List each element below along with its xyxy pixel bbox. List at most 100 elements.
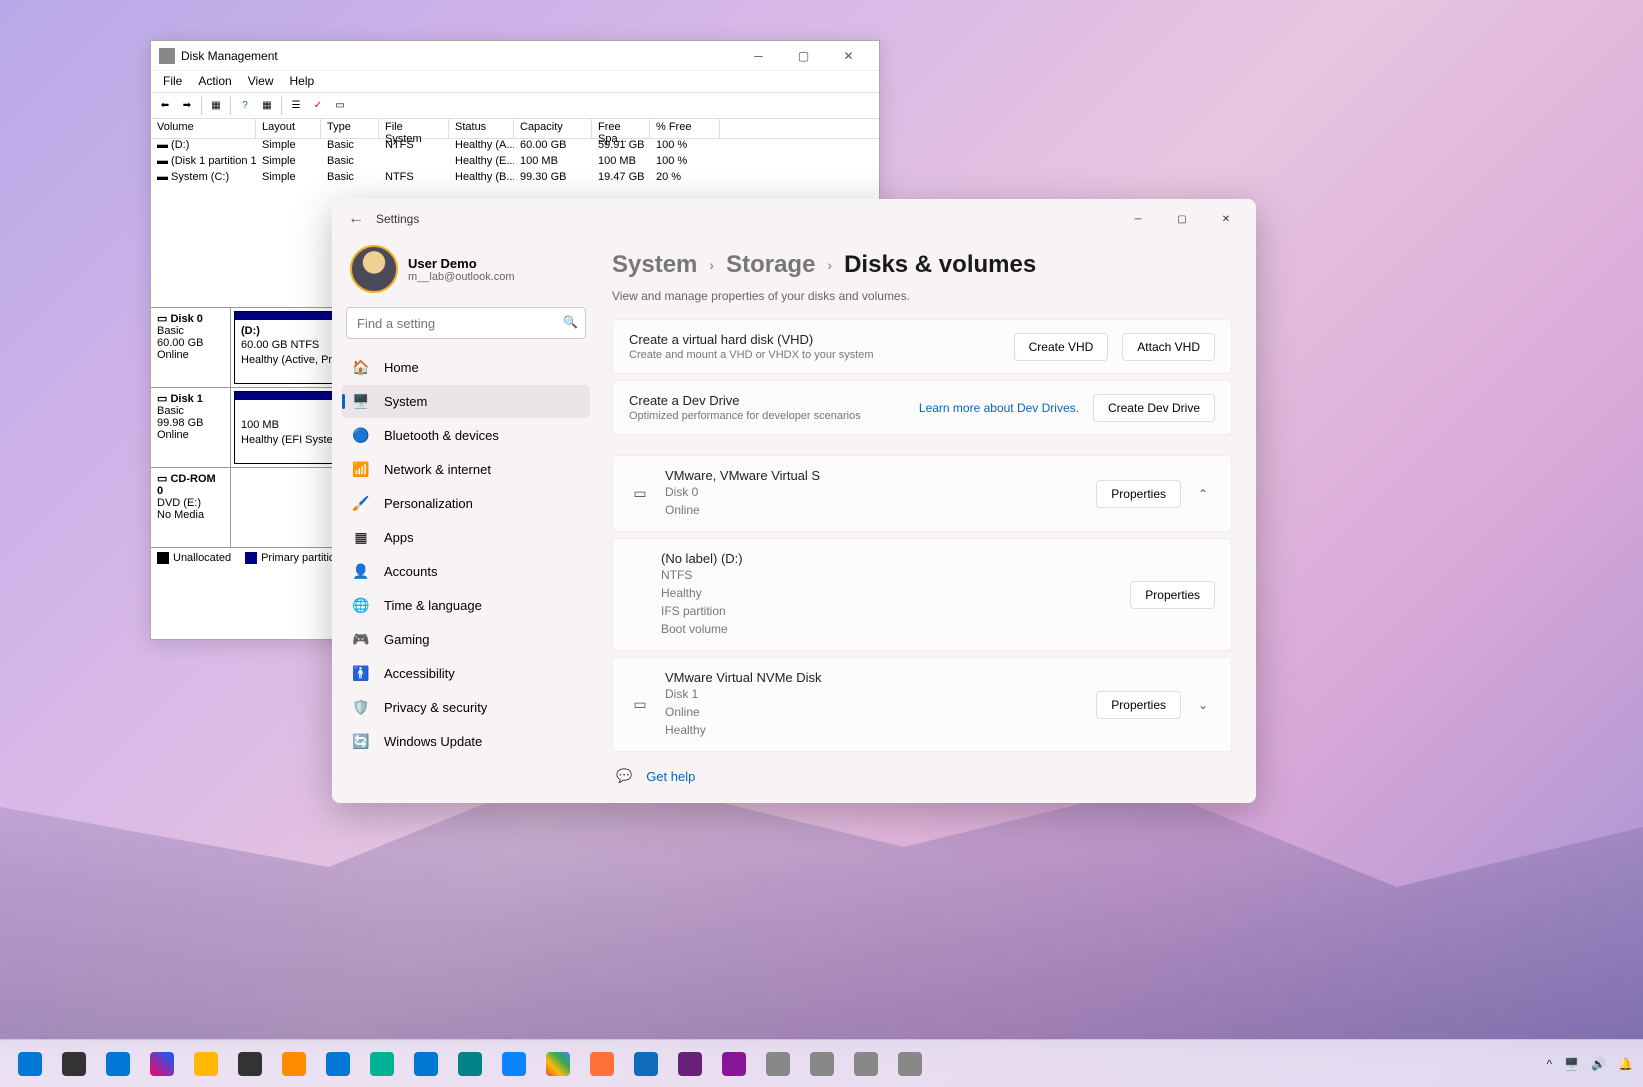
taskbar-copilot-icon[interactable] [142,1044,182,1084]
taskbar-edge-icon[interactable] [318,1044,358,1084]
taskbar-edge-dev-icon[interactable] [450,1044,490,1084]
dm-title: Disk Management [181,49,736,63]
sidebar-item-gaming[interactable]: 🎮Gaming [342,623,590,656]
close-button[interactable]: ✕ [1204,203,1248,235]
taskbar-chrome-icon[interactable] [538,1044,578,1084]
tray-volume-icon[interactable]: 🔊 [1591,1057,1606,1071]
taskbar-explorer-icon[interactable] [186,1044,226,1084]
check-icon[interactable]: ✓ [308,96,328,116]
nav-icon: 🚹 [352,665,370,683]
sidebar-item-privacy-security[interactable]: 🛡️Privacy & security [342,691,590,724]
col-status[interactable]: Status [449,119,514,138]
tray-notifications-icon[interactable]: 🔔 [1618,1057,1633,1071]
dm-titlebar[interactable]: Disk Management ─ ▢ ✕ [151,41,879,71]
taskbar-app2-icon[interactable] [802,1044,842,1084]
disk-row[interactable]: ▭ VMware, VMware Virtual S Disk 0 Online… [612,455,1232,532]
back-button[interactable]: ← [340,210,372,228]
settings-title: Settings [372,212,1116,226]
properties-button[interactable]: Properties [1096,480,1181,508]
system-tray[interactable]: ^ 🖥️ 🔊 🔔 [1547,1057,1634,1071]
attach-vhd-button[interactable]: Attach VHD [1122,333,1215,361]
disk-row[interactable]: ▭ VMware Virtual NVMe Disk Disk 1 Online… [612,657,1232,752]
create-devdrive-button[interactable]: Create Dev Drive [1093,394,1215,422]
sidebar-item-network-internet[interactable]: 📶Network & internet [342,453,590,486]
taskbar-app1-icon[interactable] [758,1044,798,1084]
col-freespace[interactable]: Free Spa... [592,119,650,138]
properties-button[interactable]: Properties [1096,691,1181,719]
chevron-down-icon[interactable]: ⌄ [1191,698,1215,712]
taskbar-firefox-icon[interactable] [582,1044,622,1084]
tray-monitor-icon[interactable]: 🖥️ [1564,1057,1579,1071]
col-filesystem[interactable]: File System [379,119,449,138]
volume-row[interactable]: ▬ System (C:)SimpleBasicNTFSHealthy (B..… [151,171,879,187]
sidebar-item-home[interactable]: 🏠Home [342,351,590,384]
properties-button[interactable]: Properties [1130,581,1215,609]
table-icon[interactable]: ▦ [206,96,226,116]
volume-list: ▬ (D:)SimpleBasicNTFSHealthy (A...60.00 … [151,139,879,187]
help-icon[interactable]: ? [235,96,255,116]
taskbar-terminal-icon[interactable] [230,1044,270,1084]
taskbar-dev-icon[interactable] [670,1044,710,1084]
taskbar-edge-beta-icon[interactable] [406,1044,446,1084]
minimize-button[interactable]: ─ [1116,203,1160,235]
menu-view[interactable]: View [240,71,282,92]
sidebar-item-windows-update[interactable]: 🔄Windows Update [342,725,590,758]
crumb-disks-volumes: Disks & volumes [844,251,1036,279]
taskbar-mail-icon[interactable] [626,1044,666,1084]
taskbar-settings-icon[interactable] [98,1044,138,1084]
crumb-storage[interactable]: Storage [726,251,815,279]
avatar [350,245,398,293]
taskbar-edit-icon[interactable] [274,1044,314,1084]
nav-label: Home [384,360,419,375]
sidebar-item-time-language[interactable]: 🌐Time & language [342,589,590,622]
taskbar-app4-icon[interactable] [890,1044,930,1084]
menu-action[interactable]: Action [190,71,239,92]
devdrive-learn-link[interactable]: Learn more about Dev Drives. [919,401,1079,415]
volume-row[interactable]: (No label) (D:) NTFS Healthy IFS partiti… [612,538,1232,651]
col-volume[interactable]: Volume [151,119,256,138]
sidebar-item-accessibility[interactable]: 🚹Accessibility [342,657,590,690]
settings-titlebar[interactable]: ← Settings ─ ▢ ✕ [332,199,1256,239]
volume-row[interactable]: ▬ (D:)SimpleBasicNTFSHealthy (A...60.00 … [151,139,879,155]
forward-arrow-icon[interactable]: ➡ [177,96,197,116]
taskbar-edge-can-icon[interactable] [362,1044,402,1084]
tray-overflow-icon[interactable]: ^ [1547,1057,1553,1071]
maximize-button[interactable]: ▢ [1160,203,1204,235]
menu-help[interactable]: Help [282,71,323,92]
detail-icon[interactable]: ▭ [330,96,350,116]
sidebar-item-personalization[interactable]: 🖌️Personalization [342,487,590,520]
chevron-up-icon[interactable]: ⌃ [1191,487,1215,501]
taskbar-start-icon[interactable] [10,1044,50,1084]
sidebar-item-accounts[interactable]: 👤Accounts [342,555,590,588]
unallocated-swatch [157,552,169,564]
taskbar-pre-icon[interactable] [714,1044,754,1084]
close-button[interactable]: ✕ [826,41,871,71]
taskbar-firefox-dev-icon[interactable] [494,1044,534,1084]
col-capacity[interactable]: Capacity [514,119,592,138]
taskbar-app3-icon[interactable] [846,1044,886,1084]
nav-label: Gaming [384,632,430,647]
refresh-icon[interactable]: ▦ [257,96,277,116]
nav-icon: 🔵 [352,427,370,445]
user-profile[interactable]: User Demo m__lab@outlook.com [342,239,590,307]
sidebar-item-bluetooth-devices[interactable]: 🔵Bluetooth & devices [342,419,590,452]
volume-row[interactable]: ▬ (Disk 1 partition 1)SimpleBasicHealthy… [151,155,879,171]
dm-menubar: File Action View Help [151,71,879,93]
minimize-button[interactable]: ─ [736,41,781,71]
sidebar-item-system[interactable]: 🖥️System [342,385,590,418]
col-type[interactable]: Type [321,119,379,138]
sidebar-item-apps[interactable]: ▦Apps [342,521,590,554]
col-layout[interactable]: Layout [256,119,321,138]
back-arrow-icon[interactable]: ⬅ [155,96,175,116]
col-percentfree[interactable]: % Free [650,119,720,138]
menu-file[interactable]: File [155,71,190,92]
crumb-system[interactable]: System [612,251,697,279]
user-name: User Demo [408,256,515,271]
maximize-button[interactable]: ▢ [781,41,826,71]
create-vhd-button[interactable]: Create VHD [1014,333,1109,361]
taskbar-search-icon[interactable] [54,1044,94,1084]
search-input[interactable] [346,307,586,339]
get-help-link[interactable]: 💬 Get help [612,758,1232,794]
list-icon[interactable]: ☰ [286,96,306,116]
devdrive-sub: Optimized performance for developer scen… [629,410,905,422]
